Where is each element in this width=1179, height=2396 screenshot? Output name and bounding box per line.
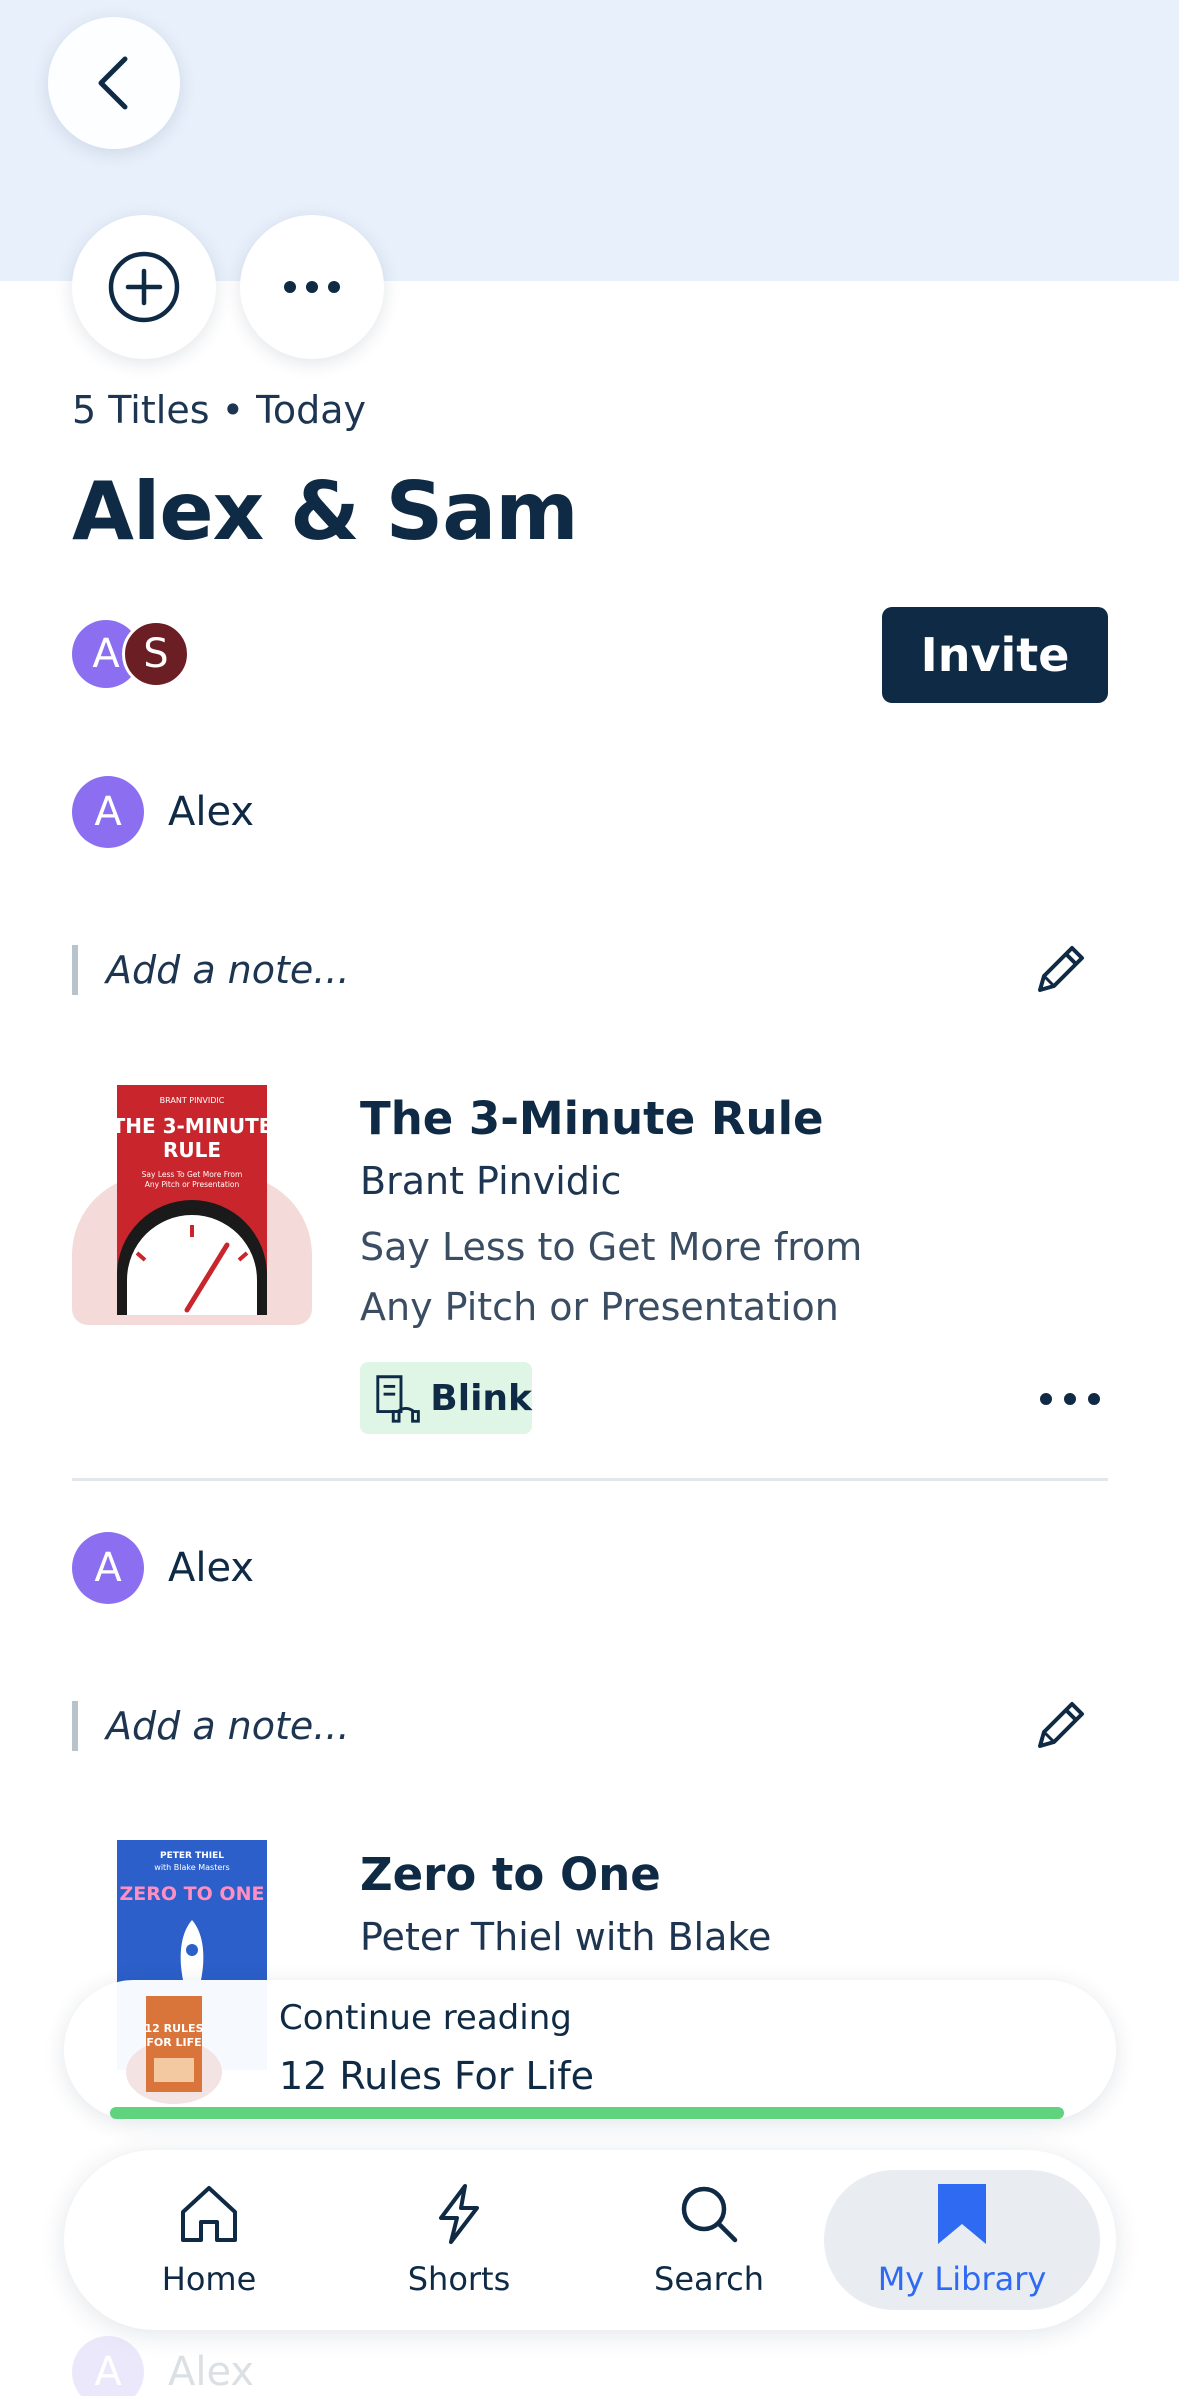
- book-info[interactable]: Zero to One Peter Thiel with Blake: [360, 1848, 771, 1959]
- book-title: The 3-Minute Rule: [360, 1092, 824, 1145]
- description-line: Say Less to Get More from: [360, 1225, 863, 1269]
- user-name: Alex: [168, 789, 255, 835]
- note-field[interactable]: Add a note...: [72, 1698, 1108, 1754]
- continue-reading-card[interactable]: 12 RULES FOR LIFE Continue reading 12 Ru…: [64, 1980, 1116, 2120]
- note-divider: [72, 1701, 78, 1751]
- cover-author-text: PETER THIEL: [160, 1851, 224, 1861]
- cover-title-line: FOR LIFE: [146, 2036, 201, 2049]
- nav-label: Shorts: [407, 2260, 511, 2298]
- avatar[interactable]: S: [122, 620, 190, 688]
- user-name: Alex: [168, 1545, 255, 1591]
- book-title: Zero to One: [360, 1848, 661, 1901]
- cover-author-text: BRANT PINVIDIC: [160, 1096, 225, 1105]
- description-line: Any Pitch or Presentation: [360, 1285, 839, 1329]
- cover-title-line: ZERO TO ONE: [120, 1883, 265, 1905]
- user-name: Alex: [168, 2349, 255, 2395]
- nav-shorts[interactable]: Shorts: [334, 2170, 584, 2310]
- note-placeholder: Add a note...: [106, 948, 350, 992]
- book-cover[interactable]: BRANT PINVIDIC THE 3-MINUTE RULE Say Les…: [72, 1085, 312, 1325]
- chevron-left-icon: [98, 56, 128, 110]
- cover-title-line: THE 3-MINUTE: [117, 1114, 267, 1138]
- home-icon: [181, 2186, 237, 2242]
- cover-author-text: with Blake Masters: [154, 1863, 229, 1872]
- format-badge: Blink: [360, 1362, 532, 1434]
- entry-user: A Alex: [72, 1532, 254, 1604]
- reading-progress-bar: [110, 2107, 1064, 2119]
- cover-title-line: 12 RULES: [145, 2022, 204, 2035]
- search-icon: [681, 2186, 738, 2243]
- nav-label: My Library: [877, 2260, 1047, 2298]
- note-divider: [72, 945, 78, 995]
- badge-label: Blink: [430, 1377, 532, 1419]
- cover-title-line: RULE: [163, 1138, 221, 1162]
- book-description: Say Less to Get More from Any Pitch or P…: [360, 1217, 980, 1337]
- more-horizontal-icon: [284, 281, 340, 293]
- avatar: A: [72, 2336, 144, 2396]
- avatar: A: [72, 1532, 144, 1604]
- back-button[interactable]: [48, 17, 180, 149]
- pencil-icon[interactable]: [1026, 1692, 1094, 1760]
- note-placeholder: Add a note...: [106, 1704, 350, 1748]
- dot: [1040, 1393, 1052, 1405]
- pencil-icon[interactable]: [1026, 936, 1094, 1004]
- dot: [1088, 1393, 1100, 1405]
- nav-label: Search: [654, 2260, 764, 2298]
- page-title: Alex & Sam: [72, 465, 579, 558]
- book-info[interactable]: The 3-Minute Rule Brant Pinvidic Say Les…: [360, 1092, 980, 1337]
- bottom-navigation: Home Shorts Search My Library: [64, 2150, 1116, 2330]
- book-author: Brant Pinvidic: [360, 1159, 622, 1203]
- invite-button[interactable]: Invite: [882, 607, 1108, 703]
- blink-icon: [376, 1375, 420, 1423]
- book-author: Peter Thiel with Blake: [360, 1915, 772, 1959]
- cover-subtitle-line: Any Pitch or Presentation: [145, 1180, 240, 1189]
- note-field[interactable]: Add a note...: [72, 942, 1108, 998]
- dot: [1064, 1393, 1076, 1405]
- add-title-button[interactable]: [72, 215, 216, 359]
- cover-subtitle-line: Say Less To Get More From: [142, 1170, 243, 1179]
- continue-book-cover: 12 RULES FOR LIFE: [126, 1996, 222, 2104]
- book-cover-image: BRANT PINVIDIC THE 3-MINUTE RULE Say Les…: [117, 1085, 267, 1315]
- avatar: A: [72, 776, 144, 848]
- continue-title: 12 Rules For Life: [279, 2054, 594, 2098]
- bookmark-icon: [938, 2184, 986, 2244]
- entry-user: A Alex: [72, 2336, 254, 2396]
- entry-user: A Alex: [72, 776, 254, 848]
- divider: [72, 1478, 1108, 1481]
- lightning-icon: [439, 2184, 479, 2244]
- continue-label: Continue reading: [279, 1998, 572, 2038]
- list-meta: 5 Titles • Today: [72, 388, 366, 432]
- nav-search[interactable]: Search: [584, 2170, 834, 2310]
- nav-home[interactable]: Home: [84, 2170, 334, 2310]
- plus-circle-icon: [108, 251, 180, 323]
- nav-label: Home: [161, 2260, 257, 2298]
- more-options-button[interactable]: [240, 215, 384, 359]
- nav-my-library[interactable]: My Library: [824, 2170, 1100, 2310]
- book-more-button[interactable]: [1040, 1384, 1100, 1414]
